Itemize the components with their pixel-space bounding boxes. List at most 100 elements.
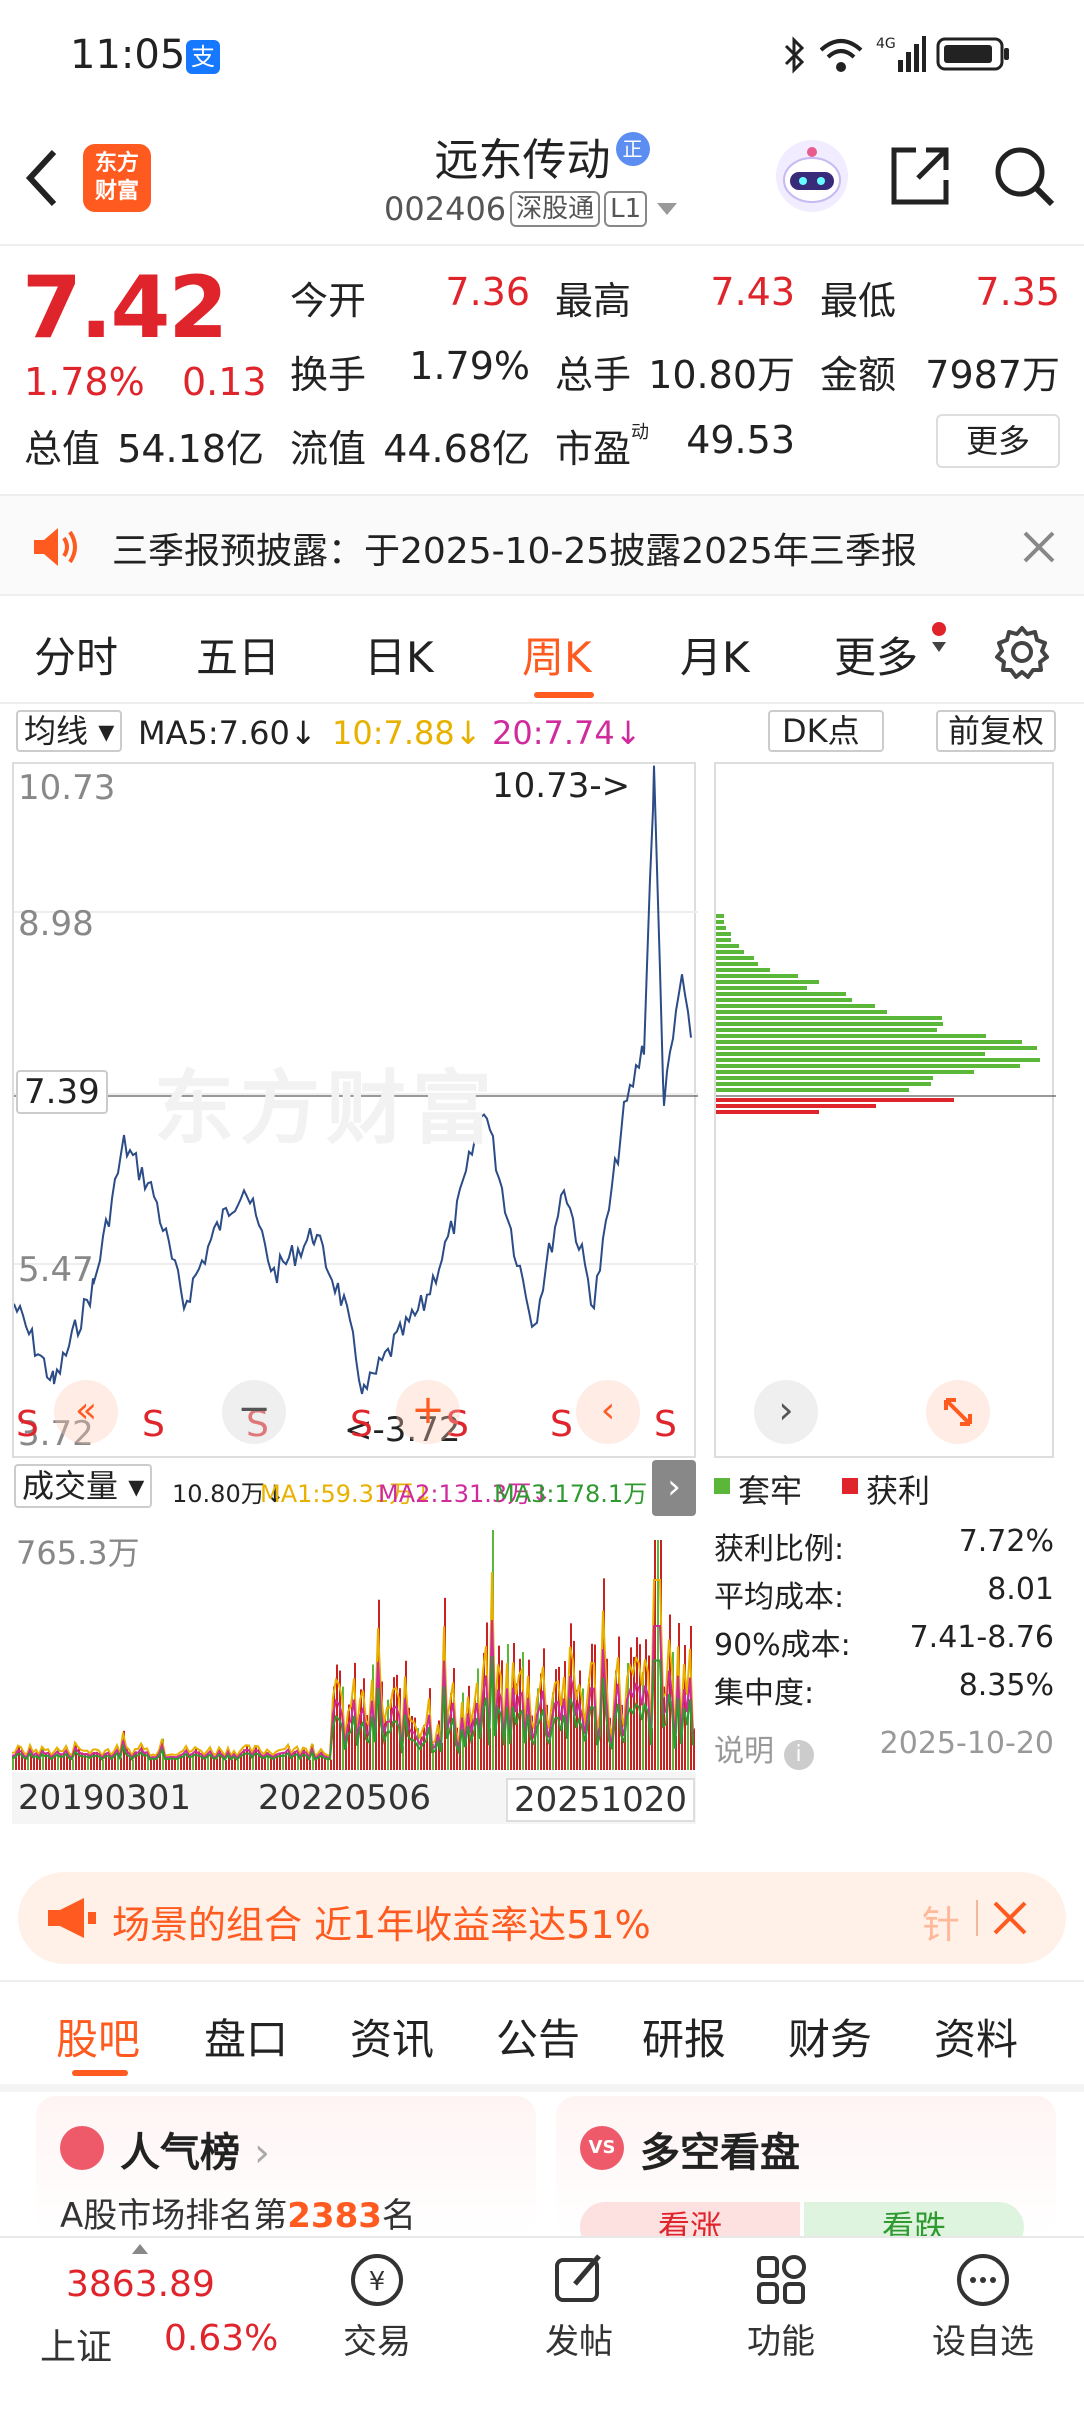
tab-weekly-k[interactable]: 周K	[522, 624, 592, 685]
chip-bar-trapped	[716, 1022, 943, 1026]
dropdown-caret-icon[interactable]	[657, 203, 678, 215]
sell-signal: S	[350, 1404, 373, 1445]
ma10-text: 10:7.88	[332, 714, 455, 752]
volume-bar	[216, 1758, 218, 1770]
y-label-mid1: 8.98	[18, 904, 94, 944]
field-label: 总值	[24, 427, 101, 471]
volume-bar	[150, 1759, 152, 1770]
close-icon[interactable]	[992, 1900, 1028, 1936]
field-value: 7987万	[925, 353, 1060, 397]
chip-bar-trapped	[716, 926, 726, 930]
zoom-in-button[interactable]: +	[396, 1380, 460, 1444]
search-icon[interactable]	[992, 144, 1056, 208]
notice-bar[interactable]: 三季报预披露：于2025-10-25披露2025年三季报	[0, 494, 1084, 596]
last-price: 7.42	[22, 258, 228, 358]
robot-assistant-icon[interactable]	[774, 138, 850, 214]
megaphone-icon	[44, 1894, 100, 1942]
sell-signal: S	[550, 1404, 573, 1445]
tab-guba[interactable]: 股吧	[56, 2006, 140, 2067]
chip-stat-value: 8.35%	[958, 1668, 1054, 1703]
expand-icon[interactable]	[926, 1380, 990, 1444]
vol-ma3-text: MA3:178.1万	[494, 1480, 648, 1508]
scroll-left-button[interactable]: ‹	[576, 1380, 640, 1444]
kline-chart[interactable]: 东方财富 10.73 8.98 7.39 5.47 3.72 10.73-> <…	[12, 762, 698, 1458]
tab-minute[interactable]: 分时	[34, 624, 118, 685]
zoom-out-button[interactable]: −	[222, 1380, 286, 1444]
quote-field-high: 最高 7.43	[555, 270, 795, 325]
chip-bar-trapped	[716, 974, 798, 978]
fq-button[interactable]: 前复权	[936, 710, 1057, 752]
field-value: 1.79%	[409, 344, 530, 388]
eastmoney-logo[interactable]: 东方 财富	[83, 144, 151, 212]
promo-tail: 针	[922, 1903, 961, 1947]
tab-finance[interactable]: 财务	[788, 2006, 872, 2067]
volume-selector[interactable]: 成交量 ▾	[14, 1464, 153, 1508]
quote-field-amount: 金额 7987万	[820, 344, 1060, 399]
field-label: 最高	[555, 279, 632, 323]
chip-stats: 套牢 获利 获利比例: 7.72% 平均成本: 8.01 90%成本: 7.41…	[714, 1462, 1064, 1782]
bull-bear-card[interactable]: VS 多空看盘 看涨 看跌	[556, 2096, 1056, 2252]
close-icon[interactable]	[1022, 530, 1056, 564]
tab-more[interactable]: 更多	[834, 624, 918, 685]
tab-research[interactable]: 研报	[642, 2006, 726, 2067]
settings-gear-icon[interactable]	[994, 624, 1050, 680]
index-widget[interactable]: 3863.89 上证 0.63%	[0, 2238, 290, 2412]
field-label: 最低	[820, 279, 897, 323]
quote-field-open: 今开 7.36	[290, 270, 530, 325]
volume-bar	[204, 1758, 206, 1770]
tab-daily-k[interactable]: 日K	[364, 624, 434, 685]
chip-bar-trapped	[716, 962, 758, 966]
tab-more-caret-icon	[932, 642, 946, 652]
nav-function[interactable]: 功能	[726, 2250, 836, 2363]
tab-monthly-k[interactable]: 月K	[680, 624, 750, 685]
quote-field-volume: 总手 10.80万	[555, 344, 795, 399]
quote-field-market-cap: 总值 54.18亿	[24, 418, 264, 473]
date-end: 20251020	[506, 1778, 696, 1822]
vol-text: 10.80万	[172, 1480, 265, 1508]
watermark: 东方财富	[154, 1062, 498, 1155]
volume-bar	[51, 1758, 53, 1770]
popularity-card[interactable]: 人气榜 › A股市场排名第2383名	[36, 2096, 536, 2236]
y-label-mid2: 5.47	[18, 1250, 94, 1290]
chip-next-button[interactable]: ›	[754, 1380, 818, 1444]
stock-title-block[interactable]: 远东传动 正	[360, 124, 724, 188]
field-value: 54.18亿	[117, 427, 264, 471]
field-label: 今开	[290, 279, 367, 323]
promo-banner[interactable]: 场景的组合 近1年收益率达51% 针	[18, 1872, 1066, 1964]
volume-bar	[225, 1759, 227, 1770]
volume-bar	[264, 1757, 266, 1770]
ranking-title: 人气榜 ›	[120, 2120, 270, 2178]
svg-text:4G: 4G	[876, 36, 896, 52]
chip-bar-trapped	[716, 914, 724, 918]
index-name: 上证	[40, 2327, 113, 2368]
nav-post[interactable]: 发帖	[524, 2250, 634, 2363]
nav-add-watchlist[interactable]: 设自选	[916, 2250, 1050, 2363]
ma-selector[interactable]: 均线 ▾	[16, 710, 123, 752]
scroll-left-fast-button[interactable]: «	[54, 1380, 118, 1444]
signal-icon: 4G	[876, 34, 926, 74]
volume-bar	[231, 1759, 233, 1770]
volume-bar	[654, 1540, 656, 1770]
tab-five-day[interactable]: 五日	[196, 624, 280, 685]
tab-news[interactable]: 资讯	[350, 2006, 434, 2067]
back-arrow-icon[interactable]	[22, 148, 62, 208]
chip-bar-profit	[716, 1098, 954, 1102]
volume-chart[interactable]: 765.3万	[12, 1516, 696, 1770]
quote-field-turnover: 换手 1.79%	[290, 344, 530, 399]
nav-trade[interactable]: ¥ 交易	[322, 2250, 432, 2363]
panel-toggle-button[interactable]: ›	[652, 1460, 696, 1516]
dk-point-button[interactable]: DK点	[768, 710, 884, 752]
tab-profile[interactable]: 资料	[934, 2006, 1018, 2067]
share-icon[interactable]	[888, 144, 952, 208]
more-button[interactable]: 更多	[936, 414, 1060, 468]
chevron-right-icon: ›	[253, 2130, 270, 2176]
chip-note-link[interactable]: 说明 i	[714, 1726, 814, 1770]
active-tab-indicator	[534, 692, 594, 698]
pe-sup: 动	[631, 422, 650, 443]
chip-distribution[interactable]: ›	[714, 762, 1056, 1458]
date-start: 20190301	[18, 1778, 192, 1818]
nav-trade-label: 交易	[343, 2322, 411, 2362]
tab-pankou[interactable]: 盘口	[204, 2006, 288, 2067]
volume-bar	[642, 1672, 644, 1770]
tab-announcements[interactable]: 公告	[496, 2006, 580, 2067]
